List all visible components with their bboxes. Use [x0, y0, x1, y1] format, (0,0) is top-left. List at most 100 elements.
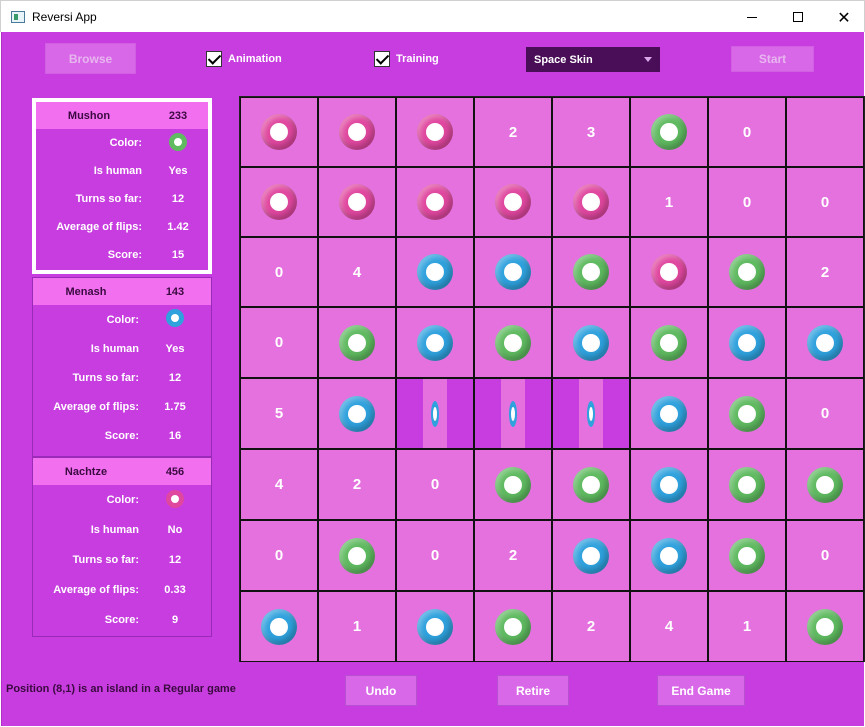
- end-game-button[interactable]: End Game: [657, 675, 745, 706]
- board-cell-r4-c8[interactable]: [786, 307, 864, 378]
- blue-disc-icon: [417, 254, 453, 290]
- board-cell-r3-c4[interactable]: [474, 237, 552, 307]
- board-cell-r7-c1[interactable]: 0: [240, 520, 318, 591]
- board-cell-r5-c6[interactable]: [630, 378, 708, 449]
- board-cell-r8-c8[interactable]: [786, 591, 864, 662]
- start-button[interactable]: Start: [731, 46, 814, 72]
- board-cell-r1-c5[interactable]: 3: [552, 97, 630, 167]
- board-cell-r6-c2[interactable]: 2: [318, 449, 396, 520]
- board-cell-r3-c3[interactable]: [396, 237, 474, 307]
- undo-button[interactable]: Undo: [345, 675, 417, 706]
- browse-button[interactable]: Browse: [45, 43, 136, 74]
- cell-flip-count: 0: [430, 547, 440, 564]
- board-cell-r6-c3[interactable]: 0: [396, 449, 474, 520]
- board-cell-r7-c7[interactable]: [708, 520, 786, 591]
- board-cell-r2-c7[interactable]: 0: [708, 167, 786, 237]
- board-cell-r2-c5[interactable]: [552, 167, 630, 237]
- board-cell-r1-c6[interactable]: [630, 97, 708, 167]
- maximize-button[interactable]: [775, 1, 821, 33]
- board-cell-r3-c7[interactable]: [708, 237, 786, 307]
- board-cell-r5-c7[interactable]: [708, 378, 786, 449]
- animation-checkbox[interactable]: Animation: [206, 50, 282, 68]
- board-cell-r8-c3[interactable]: [396, 591, 474, 662]
- player-id: 456: [165, 465, 185, 478]
- board-cell-r2-c3[interactable]: [396, 167, 474, 237]
- training-checkbox[interactable]: Training: [374, 50, 439, 68]
- board-cell-r4-c6[interactable]: [630, 307, 708, 378]
- board-cell-r7-c6[interactable]: [630, 520, 708, 591]
- board-cell-r3-c8[interactable]: 2: [786, 237, 864, 307]
- minimize-button[interactable]: [729, 1, 775, 33]
- board-cell-r4-c2[interactable]: [318, 307, 396, 378]
- board-cell-r4-c3[interactable]: [396, 307, 474, 378]
- board-cell-r6-c5[interactable]: [552, 449, 630, 520]
- board-cell-r8-c7[interactable]: 1: [708, 591, 786, 662]
- board-cell-r7-c2[interactable]: [318, 520, 396, 591]
- player-score-row: Score: 16: [33, 421, 211, 450]
- green-disc-icon: [495, 466, 531, 503]
- skin-dropdown[interactable]: Space Skin: [526, 47, 660, 72]
- board-cell-r4-c4[interactable]: [474, 307, 552, 378]
- board-cell-r1-c7[interactable]: 0: [708, 97, 786, 167]
- board-cell-r7-c4[interactable]: 2: [474, 520, 552, 591]
- flipping-disc-strip: [579, 379, 603, 448]
- board-cell-r2-c1[interactable]: [240, 167, 318, 237]
- player-avg-flips-value: 0.33: [164, 584, 186, 596]
- board-cell-r6-c6[interactable]: [630, 449, 708, 520]
- board-cell-r3-c5[interactable]: [552, 237, 630, 307]
- board-cell-r5-c5[interactable]: [552, 378, 630, 449]
- player-is-human-value: Yes: [168, 165, 188, 177]
- board-cell-r8-c1[interactable]: [240, 591, 318, 662]
- board-cell-r4-c7[interactable]: [708, 307, 786, 378]
- close-button[interactable]: ✕: [821, 1, 865, 33]
- cell-flip-count: 2: [586, 618, 596, 635]
- board-cell-r8-c2[interactable]: 1: [318, 591, 396, 662]
- board-cell-r2-c8[interactable]: 0: [786, 167, 864, 237]
- board-cell-r7-c3[interactable]: 0: [396, 520, 474, 591]
- cell-flip-count: 0: [820, 193, 830, 211]
- board-cell-r1-c2[interactable]: [318, 97, 396, 167]
- board-cell-r6-c8[interactable]: [786, 449, 864, 520]
- board-cell-r6-c7[interactable]: [708, 449, 786, 520]
- player-is-human-row: Is human Yes: [36, 157, 208, 185]
- board-cell-r3-c6[interactable]: [630, 237, 708, 307]
- board-cell-r5-c2[interactable]: [318, 378, 396, 449]
- player-is-human-value: No: [167, 524, 183, 536]
- green-disc-icon: [495, 608, 531, 645]
- blue-disc-icon: [339, 395, 375, 432]
- player-turns-label: Turns so far:: [72, 371, 139, 384]
- board-cell-r8-c4[interactable]: [474, 591, 552, 662]
- board-cell-r8-c6[interactable]: 4: [630, 591, 708, 662]
- board-cell-r2-c2[interactable]: [318, 167, 396, 237]
- board-cell-r5-c1[interactable]: 5: [240, 378, 318, 449]
- board-cell-r1-c8[interactable]: [786, 97, 864, 167]
- board-cell-r1-c4[interactable]: 2: [474, 97, 552, 167]
- board-cell-r8-c5[interactable]: 2: [552, 591, 630, 662]
- board-cell-r1-c1[interactable]: [240, 97, 318, 167]
- board-cell-r7-c8[interactable]: 0: [786, 520, 864, 591]
- retire-button[interactable]: Retire: [497, 675, 569, 706]
- board-cell-r6-c4[interactable]: [474, 449, 552, 520]
- flipping-disc-icon: [509, 400, 517, 427]
- cell-flip-count: 2: [820, 263, 830, 281]
- board-cell-r4-c5[interactable]: [552, 307, 630, 378]
- board-cell-r5-c3[interactable]: [396, 378, 474, 449]
- checkbox-checked-icon[interactable]: [206, 51, 222, 67]
- skin-selected-value: Space Skin: [534, 53, 593, 66]
- board-cell-r5-c8[interactable]: 0: [786, 378, 864, 449]
- player-avg-flips-label: Average of flips:: [53, 400, 139, 413]
- cell-flip-count: 0: [274, 547, 284, 564]
- board-cell-r2-c6[interactable]: 1: [630, 167, 708, 237]
- checkbox-checked-icon[interactable]: [374, 51, 390, 67]
- green-disc-icon: [651, 324, 687, 361]
- board-cell-r5-c4[interactable]: [474, 378, 552, 449]
- board-cell-r7-c5[interactable]: [552, 520, 630, 591]
- player-color-label: Color:: [106, 313, 139, 326]
- cell-flip-count: 1: [664, 193, 674, 211]
- board-cell-r2-c4[interactable]: [474, 167, 552, 237]
- board-cell-r1-c3[interactable]: [396, 97, 474, 167]
- board-cell-r3-c1[interactable]: 0: [240, 237, 318, 307]
- board-cell-r6-c1[interactable]: 4: [240, 449, 318, 520]
- board-cell-r3-c2[interactable]: 4: [318, 237, 396, 307]
- board-cell-r4-c1[interactable]: 0: [240, 307, 318, 378]
